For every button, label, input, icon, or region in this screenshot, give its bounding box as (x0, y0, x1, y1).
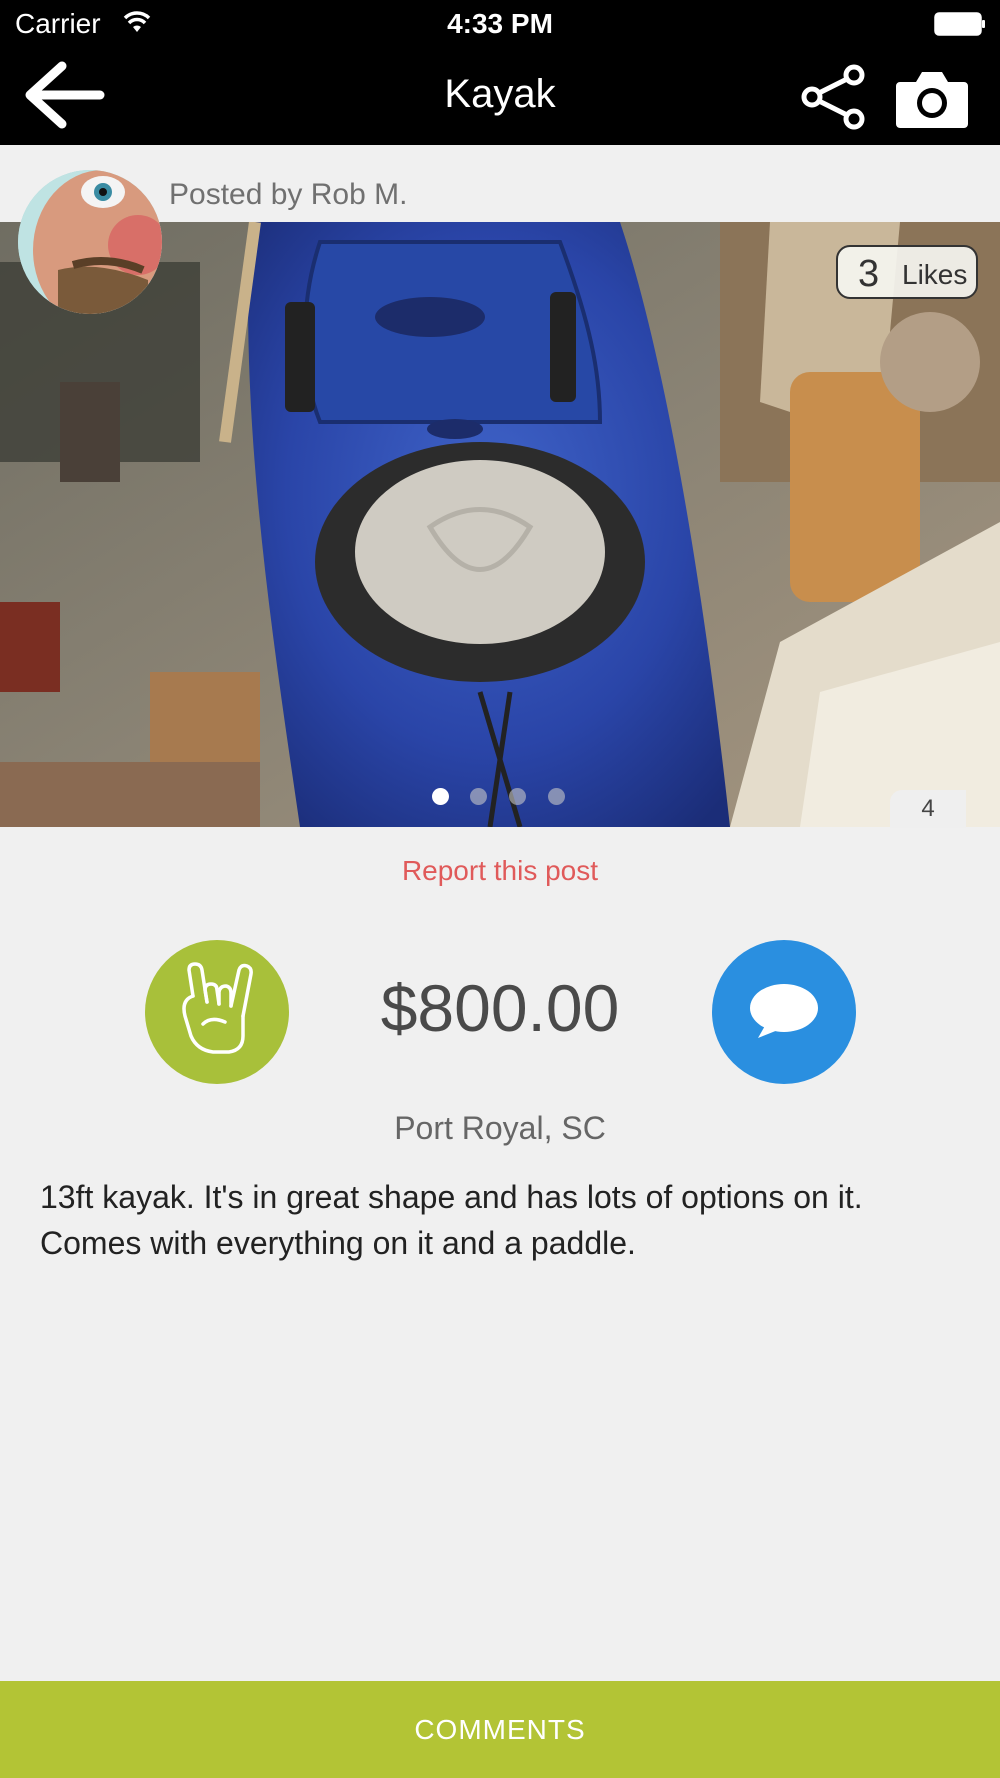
page-dot-4[interactable] (548, 788, 565, 805)
page-dot-1[interactable] (432, 788, 449, 805)
chat-bubble-icon (750, 984, 818, 1038)
status-time: 4:33 PM (447, 8, 553, 39)
user-avatar-image (18, 170, 162, 314)
photo-count-badge: 4 (890, 790, 966, 828)
message-seller-button[interactable] (712, 940, 856, 1084)
camera-icon (896, 72, 968, 128)
page-dot-3[interactable] (509, 788, 526, 805)
report-post-link[interactable]: Report this post (0, 855, 1000, 887)
comments-button[interactable]: COMMENTS (0, 1681, 1000, 1778)
camera-button[interactable] (896, 68, 968, 128)
likes-label: Likes (902, 259, 968, 290)
kayak-photo-image (0, 222, 1000, 827)
posted-by-label: Posted by Rob M. (169, 178, 408, 211)
avatar[interactable] (18, 170, 162, 314)
status-bar: Carrier 4:33 PM (0, 0, 1000, 50)
page-dot-2[interactable] (470, 788, 487, 805)
likes-count: 3 (858, 253, 880, 295)
likes-badge[interactable]: 3 Likes (836, 245, 978, 299)
location-label: Port Royal, SC (394, 1110, 606, 1146)
share-icon (801, 64, 865, 130)
photo-page-indicator[interactable] (432, 788, 572, 808)
listing-description: 13ft kayak. It's in great shape and has … (40, 1179, 863, 1261)
navigation-bar: Carrier 4:33 PM Kayak (0, 0, 1000, 145)
listing-photo[interactable] (0, 222, 1000, 827)
battery-icon (934, 12, 985, 36)
share-button[interactable] (800, 64, 870, 130)
